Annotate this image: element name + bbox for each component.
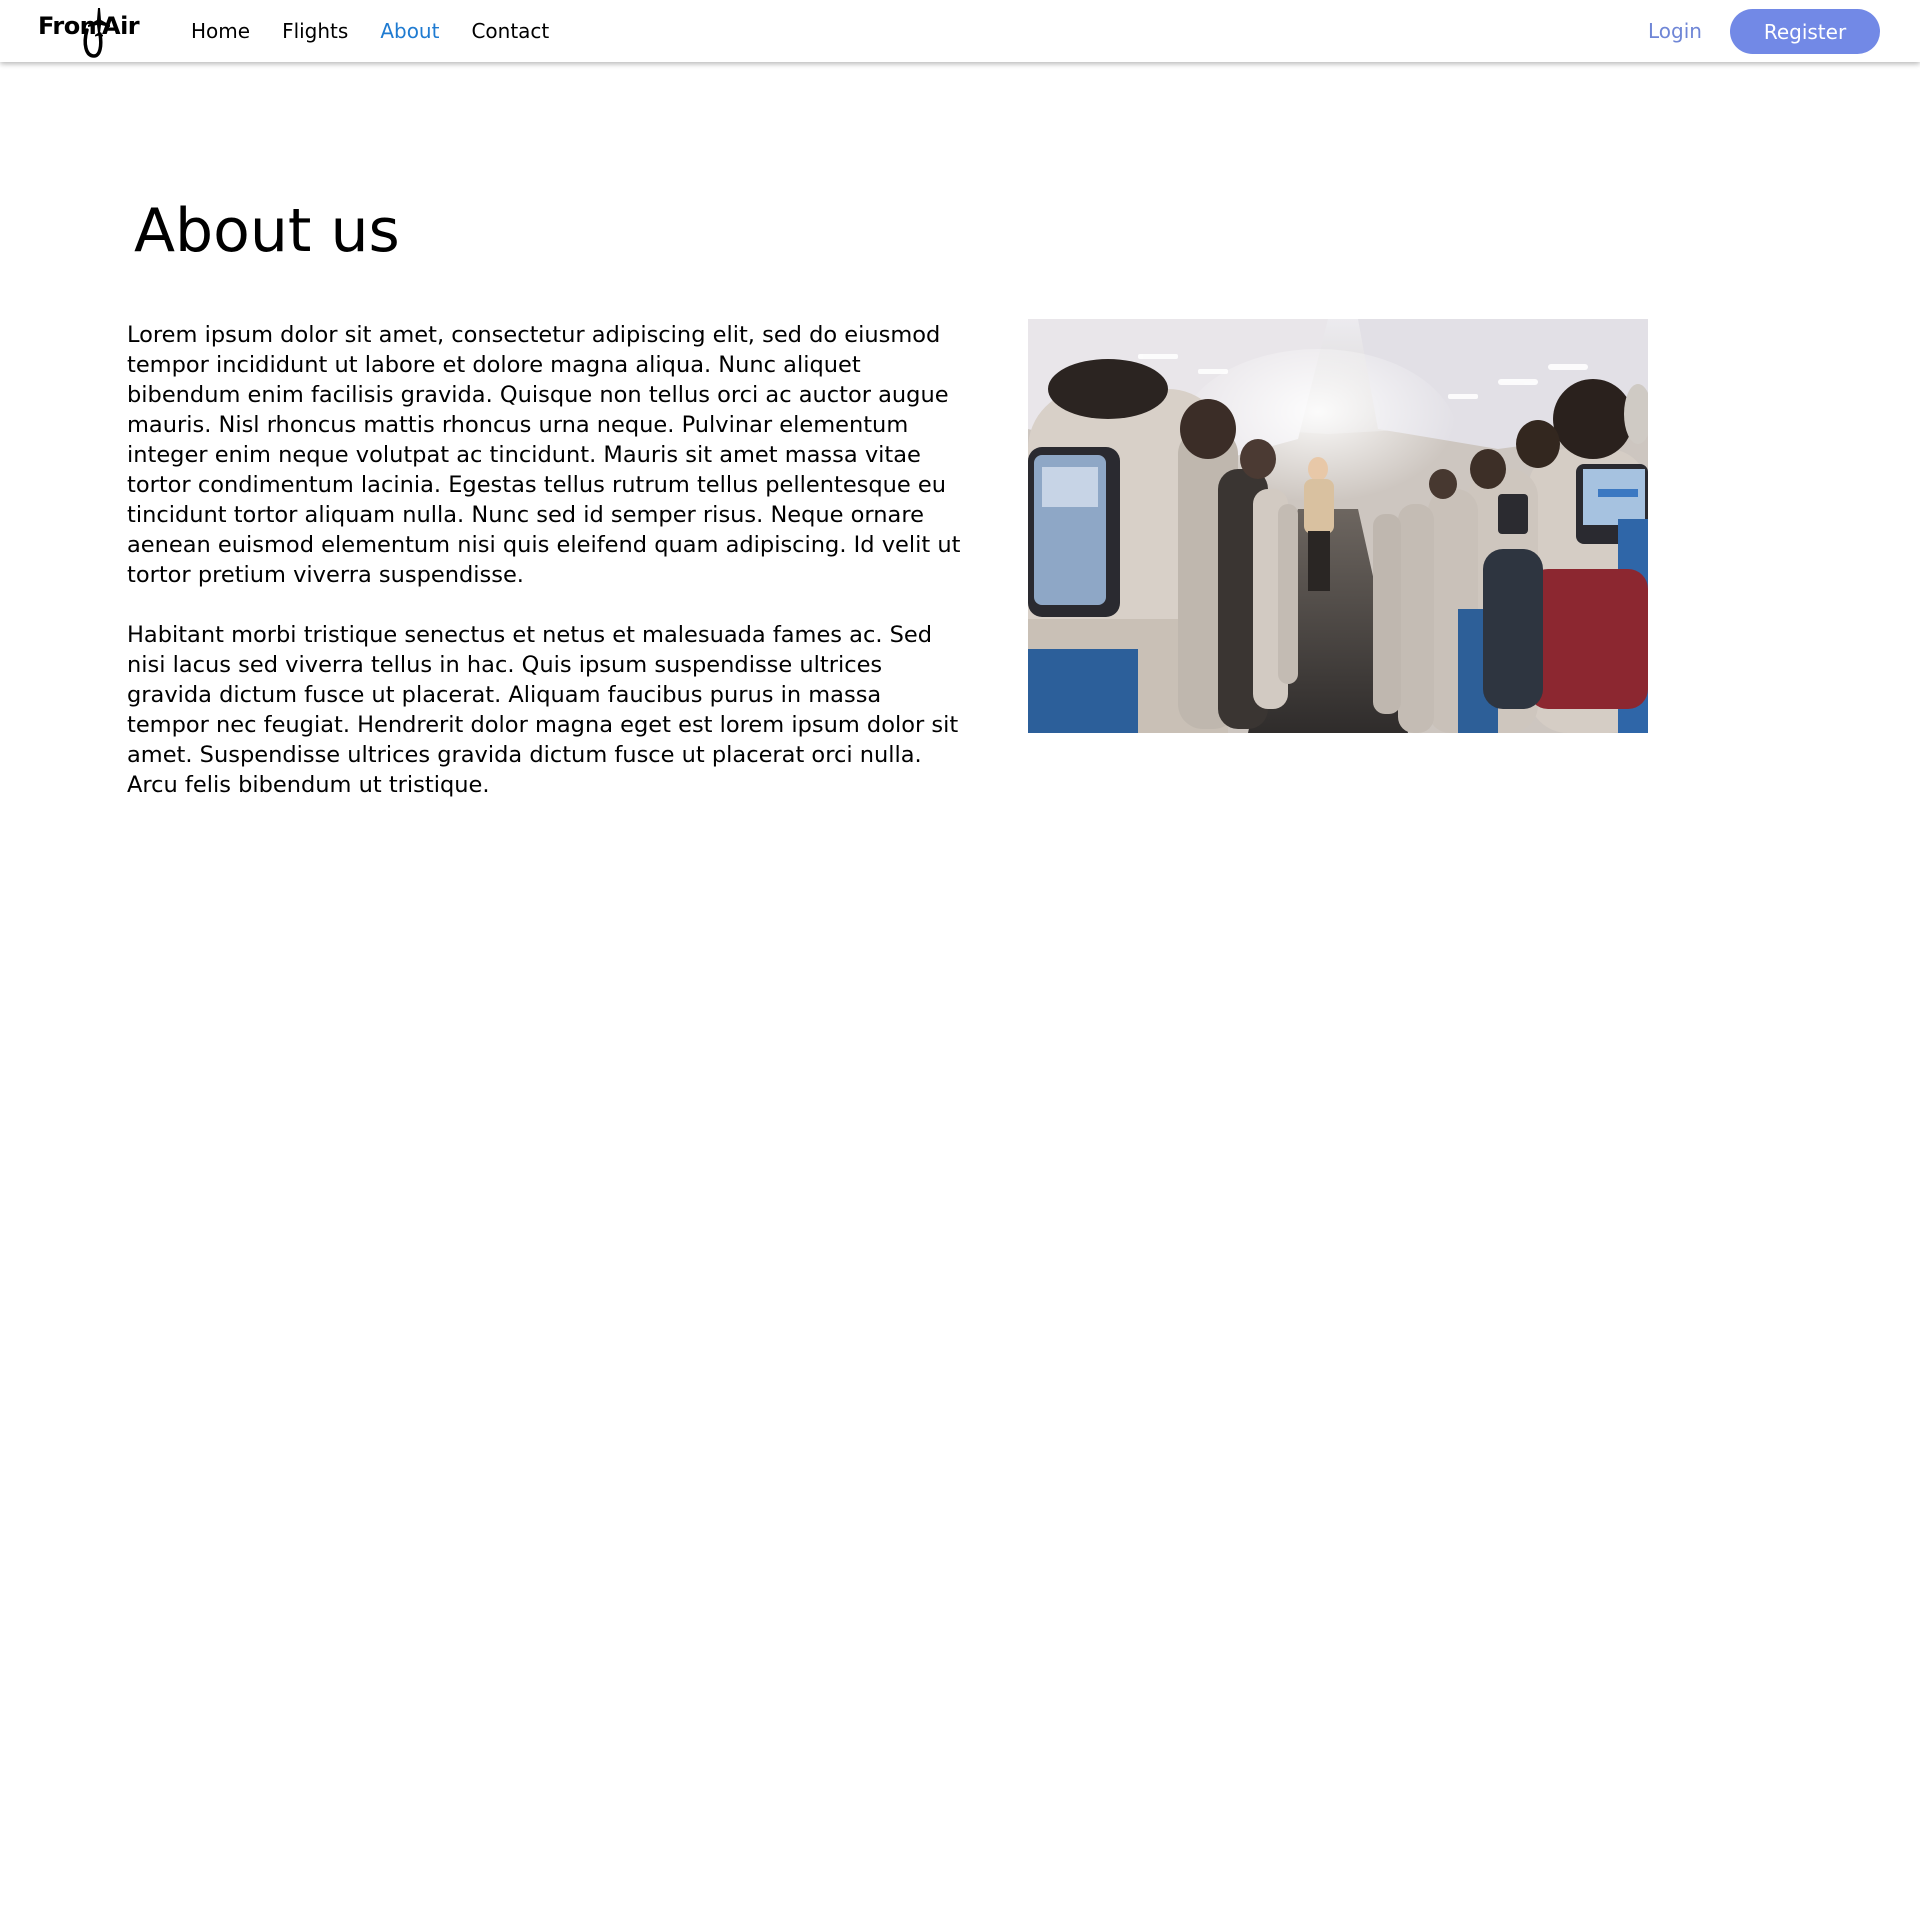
page-title: About us <box>134 196 400 266</box>
brand-logo[interactable]: Fron Air <box>38 4 146 58</box>
about-paragraph-2: Habitant morbi tristique senectus et net… <box>127 622 959 798</box>
nav-link-contact[interactable]: Contact <box>471 19 549 43</box>
logo-text-right: Air <box>102 12 140 40</box>
nav-link-home[interactable]: Home <box>191 19 250 43</box>
register-button[interactable]: Register <box>1730 9 1880 54</box>
cabin-illustration <box>1028 319 1648 733</box>
login-link[interactable]: Login <box>1648 0 1702 62</box>
nav-link-about[interactable]: About <box>380 19 439 43</box>
navbar: Fron Air Home Flights About Contact Logi… <box>0 0 1920 62</box>
cabin-photo <box>1028 319 1648 733</box>
nav-link-flights[interactable]: Flights <box>282 19 348 43</box>
about-text: Lorem ipsum dolor sit amet, consectetur … <box>127 320 997 830</box>
about-paragraph-1: Lorem ipsum dolor sit amet, consectetur … <box>127 322 961 588</box>
main-nav: Home Flights About Contact <box>191 0 581 62</box>
